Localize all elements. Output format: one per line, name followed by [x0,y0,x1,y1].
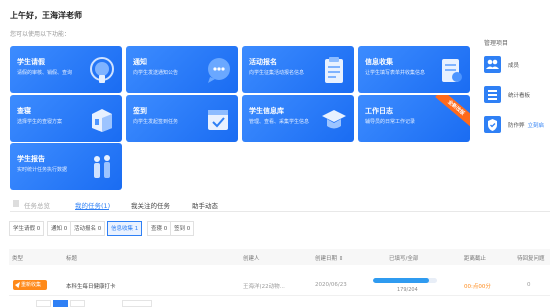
chat-bubble-icon [208,58,230,83]
tile-activity-signup[interactable]: 活动报名 向学生征集活动报名信息 [242,46,354,93]
people-figures-icon [94,155,110,178]
tile-title: 通知 [133,58,147,66]
tab-followed-tasks[interactable]: 我关注的任务 [131,200,170,210]
task-title[interactable]: 本科生每日健康打卡 [66,282,116,290]
tile-sign-in[interactable]: 签到 向学生发起签到任务 [126,95,238,142]
completion-count: 179/204 [397,287,418,293]
tile-work-log[interactable]: 工作日志 辅导员的日常工作记录 全新改版 [358,95,470,142]
dashboard-icon [484,86,501,103]
management-dashboard[interactable]: 统计看板 [484,86,550,106]
tile-desc: 实时统计任务执行数据 [17,167,68,173]
tab-bar-icon [13,200,19,207]
tabs-divider [10,211,550,212]
col-creator: 创建人 [243,256,260,262]
filter-activity-signup[interactable]: 活动报名 0 [70,221,106,236]
management-anti-cheat-label: 防作弊 立刻启 [508,121,544,129]
tile-desc: 管理、查看、采集学生信息 [249,119,310,125]
task-creator: 王海洋(22动物... [243,284,285,290]
greeting-title: 上午好，王海洋老师 [10,11,82,20]
completion-progress-bar [373,278,437,283]
tile-notice[interactable]: 通知 向学生发送通知公告 [126,46,238,93]
tile-desc: 请假的审核、销假、查询 [17,70,73,76]
tile-student-report[interactable]: 学生报告 实时统计任务执行数据 [10,143,122,190]
tile-title: 签到 [133,107,147,115]
task-created-date: 2020/06/23 [315,282,347,288]
recollect-badge[interactable]: 重新收集 [13,280,47,290]
col-deadline: 距离截止 [464,256,487,262]
tab-assistant-updates[interactable]: 助手动态 [192,200,218,210]
greeting-subtitle: 您可以使用以下功能： [10,31,71,38]
calendar-check-icon [208,110,228,130]
tile-info-collect[interactable]: 信息收集 让学生填写表单并收集信息 [358,46,470,93]
anti-cheat-enable-link[interactable]: 立刻启 [528,123,545,129]
task-table-header: 类型 标题 创建人 创建日期 ⇕ 已填写/全部 距离截止 待回复问题 [9,249,550,265]
next-page-button[interactable] [70,300,85,307]
new-version-ribbon: 全新改版 [435,95,470,127]
filter-dorm-check[interactable]: 查寝 0 [147,221,172,236]
col-filled-total: 已填写/全部 [389,256,419,262]
tile-desc: 向学生征集活动报名信息 [249,70,305,76]
management-dashboard-label: 统计看板 [508,93,531,99]
members-icon [484,56,501,73]
anti-cheat-text: 防作弊 [508,123,525,129]
active-tab-indicator [75,209,109,210]
prev-page-button[interactable] [36,300,51,307]
tile-student-database[interactable]: 学生信息库 管理、查看、采集学生信息 [242,95,354,142]
tile-desc: 让学生填写表单并收集信息 [365,70,426,76]
tile-dorm-check[interactable]: 查寝 选择学生的查寝方案 [10,95,122,142]
tile-title: 工作日志 [365,107,393,115]
tile-desc: 辅导员的日常工作记录 [365,119,416,125]
management-members-label: 成员 [508,63,520,69]
time-to-deadline: 00:点00分 [464,284,491,290]
filter-sign-in[interactable]: 签到 0 [170,221,195,236]
page-button-active[interactable] [53,300,68,307]
tile-title: 学生报告 [17,155,45,163]
table-row[interactable]: 重新收集 本科生每日健康打卡 王海洋(22动物... 2020/06/23 17… [9,272,550,296]
filter-info-collect[interactable]: 信息收集 1 [107,221,143,236]
completion-progress-fill [373,278,430,283]
col-title: 标题 [66,256,78,262]
tile-desc: 向学生发送通知公告 [133,70,179,76]
filter-student-leave[interactable]: 学生请假 0 [9,221,45,236]
tile-desc: 选择学生的查寝方案 [17,119,63,125]
leave-clock-icon [90,57,114,83]
tile-title: 学生请假 [17,58,45,66]
tile-title: 学生信息库 [249,107,284,115]
recollect-badge-label: 重新收集 [21,282,42,288]
col-pending-questions: 待回复问题 [517,256,545,262]
management-anti-cheat[interactable]: 防作弊 立刻启 [484,116,550,136]
page-size-select[interactable] [122,300,152,307]
tile-title: 查寝 [17,107,31,115]
dorm-box-icon [92,109,112,132]
tile-title: 信息收集 [365,58,393,66]
tab-task-overview[interactable]: 任务总览 [24,200,50,210]
filter-notice[interactable]: 通知 0 [47,221,72,236]
pending-questions-count: 0 [527,282,531,288]
management-title: 管理项目 [484,40,509,47]
col-type: 类型 [12,256,24,262]
anti-cheat-icon [484,116,501,133]
clipboard-icon [325,57,343,83]
tile-student-leave[interactable]: 学生请假 请假的审核、销假、查询 [10,46,122,93]
col-created-date[interactable]: 创建日期 ⇕ [315,254,343,262]
tile-title: 活动报名 [249,58,277,66]
graduation-cap-icon [322,110,346,129]
form-icon [442,59,462,82]
management-members[interactable]: 成员 [484,56,550,76]
tile-desc: 向学生发起签到任务 [133,119,179,125]
paper-plane-icon [15,282,20,288]
